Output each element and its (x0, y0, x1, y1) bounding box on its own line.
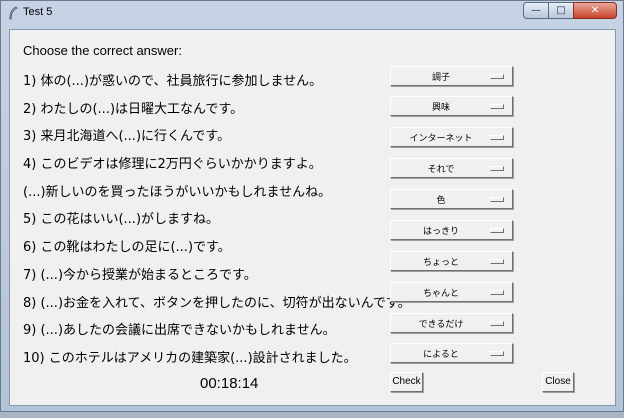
question-10: 10) このホテルはアメリカの建築家(...)設計されました。 (23, 351, 357, 366)
question-4-continued: (...)新しいのを買ったほうがいいかもしれませんね。 (23, 185, 332, 200)
check-button[interactable]: Check (390, 372, 423, 392)
close-window-button[interactable]: ✕ (573, 2, 617, 19)
minimize-button[interactable]: — (523, 2, 549, 19)
app-window: Test 5 — □ ✕ Choose the correct answer: … (0, 0, 624, 412)
dropdown-value: 調子 (431, 73, 450, 83)
dropdown-value: はっきり (422, 227, 459, 237)
dropdown-value: インターネット (409, 134, 473, 144)
dropdown-value: 興味 (431, 103, 450, 113)
answer-dropdown-10[interactable]: によると (390, 343, 513, 363)
dropdown-value: それで (427, 165, 455, 175)
dropdown-indicator-icon (490, 228, 504, 233)
dropdown-indicator-icon (490, 321, 504, 326)
dropdown-indicator-icon (490, 290, 504, 295)
answer-dropdown-9[interactable]: できるだけ (390, 313, 513, 333)
instruction-heading: Choose the correct answer: (23, 43, 182, 58)
question-8: 8) (...)お金を入れて、ボタンを押したのに、切符が出ないんです。 (23, 296, 411, 311)
answer-dropdown-4[interactable]: それで (390, 158, 513, 178)
desktop-background (0, 412, 624, 418)
dropdown-indicator-icon (490, 197, 504, 202)
countdown-timer: 00:18:14 (200, 375, 259, 392)
window-controls: — □ ✕ (523, 2, 617, 20)
dropdown-indicator-icon (490, 166, 504, 171)
feather-icon (9, 6, 18, 20)
question-7: 7) (...)今から授業が始まるところです。 (23, 268, 257, 283)
question-4: 4) このビデオは修理に2万円ぐらいかかりますよ。 (23, 157, 322, 172)
dropdown-indicator-icon (490, 74, 504, 79)
question-9: 9) (...)あしたの会議に出席できないかもしれません。 (23, 323, 336, 338)
answer-dropdown-6[interactable]: はっきり (390, 220, 513, 240)
dropdown-value: ちゃんと (422, 289, 459, 299)
dropdown-indicator-icon (490, 104, 504, 109)
quiz-panel: Choose the correct answer: 1) 体の(...)が惑い… (9, 29, 616, 406)
answer-dropdown-7[interactable]: ちょっと (390, 251, 513, 271)
dropdown-indicator-icon (490, 135, 504, 140)
question-3: 3) 来月北海道へ(...)に行くんです。 (23, 129, 231, 144)
question-5: 5) この花はいい(...)がしますね。 (23, 212, 220, 227)
dropdown-indicator-icon (490, 351, 504, 356)
dropdown-value: できるだけ (418, 320, 464, 330)
maximize-button[interactable]: □ (548, 2, 574, 19)
question-6: 6) この靴はわたしの足に(...)です。 (23, 240, 231, 255)
dropdown-indicator-icon (490, 259, 504, 264)
answer-dropdown-5[interactable]: 色 (390, 189, 513, 209)
answer-dropdown-2[interactable]: 興味 (390, 96, 513, 116)
answer-dropdown-3[interactable]: インターネット (390, 127, 513, 147)
close-button[interactable]: Close (542, 372, 574, 392)
question-1: 1) 体の(...)が惑いので、社員旅行に参加しません。 (23, 74, 323, 89)
dropdown-value: によると (423, 350, 459, 360)
answer-dropdown-8[interactable]: ちゃんと (390, 282, 513, 302)
dropdown-value: 色 (436, 196, 446, 206)
dropdown-value: ちょっと (422, 258, 459, 268)
window-title: Test 5 (23, 6, 53, 18)
title-bar[interactable]: Test 5 — □ ✕ (1, 1, 623, 25)
answer-dropdown-1[interactable]: 調子 (390, 66, 513, 86)
question-2: 2) わたしの(...)は日曜大工なんです。 (23, 102, 244, 117)
